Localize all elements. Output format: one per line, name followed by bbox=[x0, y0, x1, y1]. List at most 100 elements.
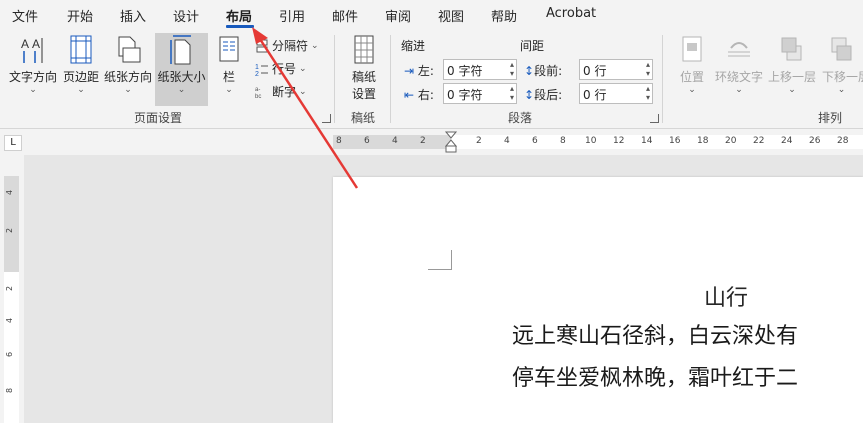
text-direction-button[interactable]: A A 文字方向 ⌄ bbox=[6, 34, 60, 102]
group-divider bbox=[334, 35, 335, 123]
svg-text:2: 2 bbox=[255, 71, 259, 76]
send-backward-button[interactable]: 下移一层 ⌄ bbox=[820, 34, 863, 102]
spacing-before-value: 0 行 bbox=[583, 64, 607, 78]
tab-home[interactable]: 开始 bbox=[67, 6, 93, 25]
tab-acrobat[interactable]: Acrobat bbox=[546, 6, 596, 21]
tab-insert[interactable]: 插入 bbox=[120, 6, 146, 25]
indent-marker-icon[interactable] bbox=[445, 131, 457, 155]
indent-right-input[interactable]: 0 字符 ▴ ▾ bbox=[443, 83, 517, 104]
indent-header: 缩进 bbox=[401, 39, 426, 53]
chevron-down-icon: ⌄ bbox=[311, 40, 319, 51]
chevron-down-icon: ⌄ bbox=[299, 63, 307, 74]
spacing-after-text: 段后: bbox=[534, 88, 563, 102]
manuscript-label-1: 稿纸 bbox=[351, 70, 376, 84]
ruler-number: 4 bbox=[392, 136, 398, 146]
hyphenation-button[interactable]: a-bc 断字 ⌄ bbox=[255, 83, 307, 100]
breaks-button[interactable]: 分隔符 ⌄ bbox=[255, 37, 319, 54]
line-numbers-button[interactable]: 12 行号 ⌄ bbox=[255, 60, 307, 77]
wrap-text-button[interactable]: 环绕文字 ⌄ bbox=[714, 34, 764, 102]
tab-file[interactable]: 文件 bbox=[12, 6, 38, 25]
columns-icon bbox=[219, 36, 239, 62]
ruler-number: 4 bbox=[5, 317, 15, 324]
page-setup-launcher-icon[interactable] bbox=[322, 114, 331, 123]
chevron-down-icon: ⌄ bbox=[225, 85, 233, 95]
ribbon: A A 文字方向 ⌄ 页边距 ⌄ 纸张方向 ⌄ 纸张大小 ⌄ 栏 ⌄ 分隔符 ⌄… bbox=[0, 29, 863, 129]
spacing-before-text: 段前: bbox=[534, 64, 563, 78]
tab-mailings[interactable]: 邮件 bbox=[332, 6, 358, 25]
orientation-label: 纸张方向 bbox=[104, 70, 153, 84]
manuscript-settings-button[interactable]: 稿纸 设置 bbox=[343, 34, 385, 102]
ruler-number: 6 bbox=[364, 136, 370, 146]
horizontal-ruler[interactable]: 8 6 4 2 2 4 6 8 10 12 14 16 18 20 22 24 … bbox=[333, 131, 863, 153]
ruler-number: 8 bbox=[560, 136, 566, 146]
ruler-number: 4 bbox=[504, 136, 510, 146]
hyphenation-label: 断字 bbox=[272, 85, 297, 99]
tab-selector[interactable]: L bbox=[4, 135, 22, 151]
chevron-down-icon: ⌄ bbox=[299, 86, 307, 97]
spinner-arrows-icon[interactable]: ▴ ▾ bbox=[646, 84, 650, 102]
ruler-number: 26 bbox=[809, 136, 821, 146]
poem-title[interactable]: 山行 bbox=[704, 280, 748, 312]
size-button[interactable]: 纸张大小 ⌄ bbox=[155, 33, 208, 106]
tab-review[interactable]: 审阅 bbox=[385, 6, 411, 25]
group-divider bbox=[662, 35, 663, 123]
vertical-ruler[interactable]: 4 2 2 4 6 8 bbox=[4, 176, 19, 423]
group-divider bbox=[390, 35, 391, 123]
position-label: 位置 bbox=[679, 70, 704, 84]
wrap-text-icon bbox=[728, 42, 750, 57]
margins-button[interactable]: 页边距 ⌄ bbox=[60, 34, 102, 102]
tab-view[interactable]: 视图 bbox=[438, 6, 464, 25]
spinner-arrows-icon[interactable]: ▴ ▾ bbox=[510, 60, 514, 78]
tab-layout[interactable]: 布局 bbox=[226, 6, 252, 25]
ruler-row: L 8 6 4 2 2 4 6 8 10 12 14 16 18 20 22 2… bbox=[0, 130, 863, 155]
manuscript-group-label: 稿纸 bbox=[351, 111, 376, 125]
indent-right-text: 右: bbox=[417, 88, 434, 102]
spacing-header: 间距 bbox=[520, 39, 545, 53]
spinner-arrows-icon[interactable]: ▴ ▾ bbox=[646, 60, 650, 78]
chevron-down-icon: ⌄ bbox=[124, 85, 132, 95]
tab-help[interactable]: 帮助 bbox=[491, 6, 517, 25]
spacing-after-label: ↕段后: bbox=[524, 86, 562, 103]
bring-forward-label: 上移一层 bbox=[767, 70, 816, 84]
paragraph-launcher-icon[interactable] bbox=[650, 114, 659, 123]
ruler-number: 6 bbox=[532, 136, 538, 146]
spacing-before-input[interactable]: 0 行 ▴ ▾ bbox=[579, 59, 653, 80]
bring-forward-icon bbox=[781, 37, 802, 61]
send-backward-icon bbox=[831, 37, 851, 61]
ruler-number: 18 bbox=[697, 136, 709, 146]
tab-design[interactable]: 设计 bbox=[173, 6, 199, 25]
svg-text:A: A bbox=[21, 37, 29, 51]
ruler-number: 2 bbox=[5, 227, 15, 234]
wrap-text-label: 环绕文字 bbox=[714, 70, 763, 84]
paragraph-group-label: 段落 bbox=[508, 111, 533, 125]
poem-line[interactable]: 远上寒山石径斜，白云深处有 bbox=[512, 318, 798, 350]
breaks-label: 分隔符 bbox=[272, 39, 309, 53]
indent-right-value: 0 字符 bbox=[447, 88, 483, 102]
poem-line[interactable]: 停车坐爱枫林晚，霜叶红于二 bbox=[512, 360, 798, 392]
margins-label: 页边距 bbox=[62, 70, 99, 84]
ruler-number: 14 bbox=[641, 136, 653, 146]
ruler-number: 2 bbox=[5, 285, 15, 292]
spacing-after-input[interactable]: 0 行 ▴ ▾ bbox=[579, 83, 653, 104]
orientation-button[interactable]: 纸张方向 ⌄ bbox=[104, 34, 152, 102]
bring-forward-button[interactable]: 上移一层 ⌄ bbox=[766, 34, 818, 102]
chevron-down-icon: ⌄ bbox=[735, 85, 743, 95]
tab-references[interactable]: 引用 bbox=[279, 6, 305, 25]
ruler-number: 6 bbox=[5, 351, 15, 358]
ruler-number: 8 bbox=[336, 136, 342, 146]
chevron-down-icon: ⌄ bbox=[837, 85, 846, 95]
page-setup-group-label: 页面设置 bbox=[134, 111, 183, 125]
margin-corner-mark bbox=[428, 250, 452, 270]
columns-label: 栏 bbox=[222, 70, 235, 84]
indent-left-input[interactable]: 0 字符 ▴ ▾ bbox=[443, 59, 517, 80]
svg-text:1: 1 bbox=[255, 64, 259, 71]
spacing-after-value: 0 行 bbox=[583, 88, 607, 102]
ruler-number: 2 bbox=[476, 136, 482, 146]
position-button[interactable]: 位置 ⌄ bbox=[672, 34, 712, 102]
indent-left-icon: ⇥ bbox=[404, 64, 415, 78]
menu-bar: 文件 开始 插入 设计 布局 引用 邮件 审阅 视图 帮助 Acrobat bbox=[0, 0, 863, 29]
active-tab-indicator bbox=[226, 25, 254, 28]
spinner-arrows-icon[interactable]: ▴ ▾ bbox=[510, 84, 514, 102]
manuscript-icon bbox=[354, 35, 374, 64]
columns-button[interactable]: 栏 ⌄ bbox=[212, 34, 246, 102]
